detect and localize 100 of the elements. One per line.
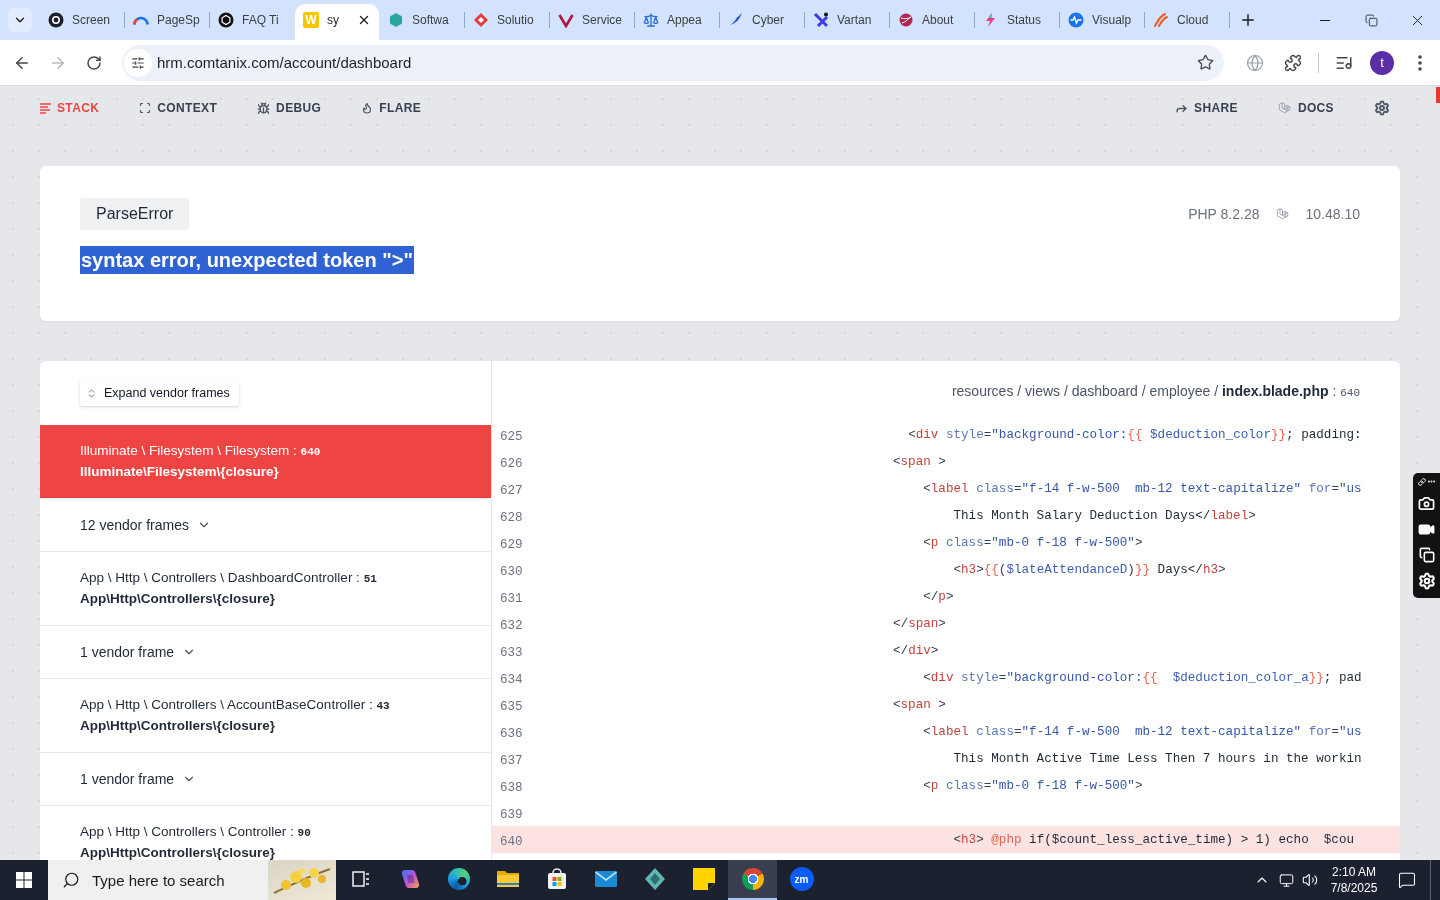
browser-tab[interactable]: Screen [40, 4, 124, 40]
ring-logo-icon [447, 868, 470, 890]
code-line: </p> [923, 589, 954, 604]
up-down-chevron-icon [86, 387, 97, 399]
frame-method: Illuminate\Filesystem\{closure} [80, 463, 279, 481]
tricolor-circle-icon [741, 868, 764, 890]
line-number: 634 [500, 672, 523, 687]
frame-method: App\Http\Controllers\{closure} [80, 844, 276, 860]
browser-tab[interactable]: Cyber [720, 4, 804, 40]
profile-avatar[interactable]: t [1370, 50, 1394, 75]
frame-method: App\Http\Controllers\{closure} [80, 717, 276, 735]
browser-tab[interactable]: Solutio [465, 4, 549, 40]
more-icon[interactable] [1426, 477, 1436, 486]
nav-link[interactable]: SHARE [1175, 101, 1238, 115]
overlapping-squares-icon[interactable] [1418, 547, 1435, 563]
clock[interactable]: 2:10 AM 7/8/2025 [1326, 860, 1382, 900]
frame-corners-icon [139, 102, 152, 114]
browser-tab[interactable]: Vartan [805, 4, 889, 40]
exception-message: syntax error, unexpected token ">" [80, 246, 414, 274]
notification-icon [1398, 871, 1416, 889]
line-number: 640 [500, 834, 523, 849]
code-line: <div style="background-color:{{ $deduction_color_a}}; pad [923, 670, 1362, 685]
browser-tab[interactable]: Softwa [380, 4, 464, 40]
video-camera-icon[interactable] [1418, 521, 1435, 538]
settings-button[interactable] [1374, 100, 1390, 116]
code-line: <p class="mb-0 f-18 f-w-500"> [923, 778, 1143, 793]
line-number: 627 [500, 483, 523, 498]
flower-illustration [268, 860, 336, 900]
browser-tab[interactable]: FAQ Ti [210, 4, 294, 40]
list-lines-icon [40, 102, 51, 114]
code-line: <div style="background-color:{{ $deduction_color}}; padding: [908, 427, 1362, 442]
browser-tab[interactable]: PageSp [125, 4, 209, 40]
code-line: <p class="mb-0 f-18 f-w-500"> [923, 535, 1143, 550]
code-line: <label class="f-14 f-w-500 mb-12 text-capitalize" for="us [923, 481, 1362, 496]
code-line: <h3>{{($lateAttendanceD)}} Days</h3> [953, 562, 1226, 577]
line-number: 633 [500, 645, 523, 660]
start-icon [16, 872, 32, 888]
diamond-logo-icon [473, 12, 489, 28]
code-line: This Month Active Time Less Then 7 hours in the workin [953, 751, 1362, 766]
nav-tab[interactable]: FLARE [361, 101, 422, 115]
code-line: <h3> @php if($count_less_active_time) > 1) echo $cou [953, 832, 1355, 847]
line-number: 635 [500, 699, 523, 714]
puzzle-icon [1284, 53, 1302, 72]
site-logo: W [303, 12, 319, 28]
browser-tab[interactable]: Status [975, 4, 1059, 40]
line-number: 626 [500, 456, 523, 471]
code-line: <span > [893, 454, 946, 469]
search-field[interactable]: Type here to search [48, 860, 336, 900]
line-number: 625 [500, 429, 523, 444]
scroll-indicator [1436, 87, 1440, 103]
browser-tab[interactable]: About [890, 4, 974, 40]
browser-tab[interactable]: Appea [635, 4, 719, 40]
browser-tab[interactable]: Cloud [1145, 4, 1229, 40]
link-icon[interactable] [1417, 477, 1426, 486]
reload-icon [86, 54, 102, 71]
menu-icon [1418, 54, 1422, 71]
sticky-note-icon [692, 868, 715, 890]
tab-search-button[interactable] [8, 8, 32, 32]
frame-class: Illuminate \ Filesystem \ Filesystem : 640 [80, 442, 321, 460]
expand-vendor-frames-button[interactable]: Expand vendor frames [80, 380, 239, 406]
line-number: 629 [500, 537, 523, 552]
sliders-icon[interactable] [124, 48, 152, 77]
restore-icon [1364, 13, 1378, 27]
frame-class: App \ Http \ Controllers \ AccountBaseController : 43 [80, 696, 390, 714]
line-number: 632 [500, 618, 523, 633]
exception-class: ParseError [80, 198, 190, 230]
nav-tab[interactable]: CONTEXT [139, 101, 218, 115]
frame-class: App \ Http \ Controllers \ Controller : 90 [80, 823, 311, 841]
task-view-icon [351, 871, 370, 887]
diamond-logo-icon [642, 867, 667, 891]
code-line: </span> [893, 616, 946, 631]
pulse-icon [1068, 12, 1084, 28]
taskbar-app[interactable] [728, 860, 777, 900]
app-logo: zm [789, 867, 814, 891]
line-number: 630 [500, 564, 523, 579]
star-icon [1196, 54, 1214, 71]
frame-method: App\Http\Controllers\{closure} [80, 590, 276, 608]
cube-outline-icon [1275, 207, 1290, 221]
search-icon [62, 871, 80, 889]
nav-link[interactable]: DOCS [1277, 101, 1334, 115]
line-number: 636 [500, 726, 523, 741]
flame-icon [361, 102, 374, 114]
browser-tab[interactable]: Visualp [1060, 4, 1144, 40]
address-field[interactable]: hrm.comtanix.com/account/dashboard [122, 44, 1224, 81]
camera-icon[interactable] [1418, 495, 1435, 512]
taskbar-app[interactable]: zm [777, 860, 826, 900]
close-icon [357, 13, 371, 27]
browser-tab[interactable]: W sy [295, 4, 379, 40]
line-number: 631 [500, 591, 523, 606]
code-line: <span > [893, 697, 946, 712]
folder-icon [495, 869, 520, 889]
stack-frame[interactable]: Illuminate \ Filesystem \ Filesystem : 640 Illuminate\Filesystem\{closure} [40, 425, 491, 499]
settings-icon[interactable] [1417, 572, 1436, 590]
plus-icon [1239, 11, 1257, 29]
globe-icon [1246, 53, 1264, 72]
browser-tab[interactable]: Service [550, 4, 634, 40]
minimize-icon [1320, 19, 1330, 21]
php-version: PHP 8.2.28 [1188, 205, 1260, 224]
nav-tab[interactable]: DEBUG [257, 101, 322, 115]
chevron-logo-icon [558, 12, 574, 28]
